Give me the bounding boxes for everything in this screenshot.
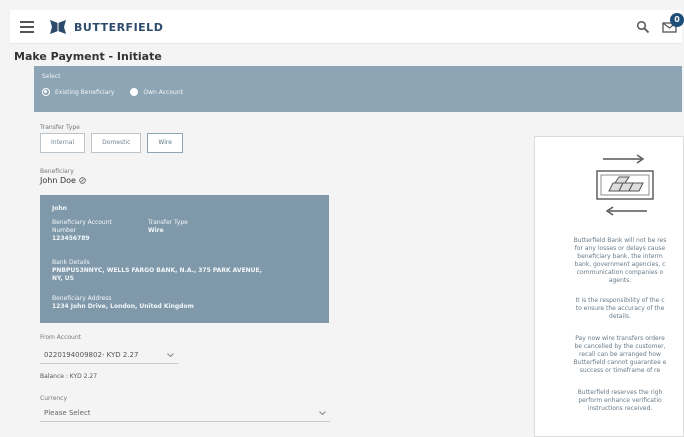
account-number-label-line1: Beneficiary Account [52, 219, 112, 226]
bank-details-label: Bank Details [52, 259, 90, 266]
transfer-type-label: Transfer Type [40, 124, 80, 131]
card-transfer-type-label: Transfer Type [148, 219, 188, 226]
info-line: success or timeframe of re [579, 367, 661, 374]
edit-icon[interactable] [79, 177, 86, 184]
radio-selected-icon [42, 88, 50, 96]
info-line: perform enhance verificatio [578, 397, 662, 404]
info-line: to ensure the accuracy of the [575, 305, 665, 312]
butterfield-logo-icon [50, 20, 66, 34]
beneficiary-selector[interactable]: John Doe [40, 176, 86, 185]
info-line: Butterfield reserves the righ [577, 389, 663, 396]
transfer-type-wire-button[interactable]: Wire [147, 133, 183, 153]
info-line: instructions received. [587, 405, 653, 412]
info-line: Pay now wire transfers ordere [575, 335, 665, 342]
brand-logo[interactable]: BUTTERFIELD [48, 16, 163, 38]
beneficiary-label: Beneficiary [40, 168, 74, 175]
info-line: Butterfield cannot guarantee e [573, 359, 667, 366]
card-title: John [52, 205, 67, 212]
info-line: communication companies o [576, 269, 664, 276]
info-line: agents. [608, 277, 632, 284]
radio-label: Existing Beneficiary [55, 88, 115, 96]
radio-existing-beneficiary[interactable]: Existing Beneficiary [42, 88, 114, 96]
currency-placeholder: Please Select [44, 409, 91, 417]
account-balance: Balance : KYD 2.27 [40, 373, 98, 380]
info-line: details. [609, 313, 631, 320]
account-number-value: 123456789 [52, 235, 90, 242]
account-number-label-line2: Number [52, 227, 77, 234]
card-transfer-type-value: Wire [148, 227, 164, 234]
info-line: be cancelled by the customer, [574, 343, 666, 350]
notification-badge: 0 [670, 13, 684, 27]
brand-name: BUTTERFIELD [74, 20, 164, 34]
radio-unselected-icon [130, 88, 139, 96]
info-line: It is the responsibility of the c [575, 297, 665, 304]
info-line: for any losses or delays cause [574, 245, 666, 252]
page-title: Make Payment - Initiate [14, 50, 162, 63]
transfer-type-internal-button[interactable]: Internal [40, 133, 86, 153]
beneficiary-address-label: Beneficiary Address [52, 295, 112, 302]
app-header: BUTTERFIELD 0 [10, 10, 684, 44]
chevron-down-icon [167, 353, 174, 358]
money-transfer-icon [596, 154, 654, 216]
radio-own-account[interactable]: Own Account [130, 88, 183, 96]
select-panel: Select Existing Beneficiary Own Account [34, 66, 682, 112]
beneficiary-address-value: 1234 John Drive, London, United Kingdom [52, 303, 194, 310]
currency-select[interactable]: Please Select [40, 406, 330, 422]
bank-details-value-line2: NY, US [52, 275, 74, 282]
from-account-label: From Account [40, 334, 81, 341]
transfer-type-buttons: Internal Domestic Wire [40, 133, 183, 153]
hamburger-menu-icon[interactable] [20, 21, 34, 33]
select-label: Select [42, 73, 61, 80]
bank-details-value-line1: PNBPUS3NNYC, WELLS FARGO BANK, N.A., 375… [52, 267, 262, 274]
info-line: Butterfield Bank will not be res [573, 237, 667, 244]
wire-info-panel: Butterfield Bank will not be res for any… [534, 136, 684, 437]
info-line: bank, government agencies, c [574, 261, 666, 268]
from-account-select[interactable]: 0220194009802- KYD 2.27 [40, 348, 178, 364]
beneficiary-type-radios: Existing Beneficiary Own Account [42, 88, 199, 96]
transfer-type-domestic-button[interactable]: Domestic [91, 133, 142, 153]
info-line: beneficiary bank, the interm [577, 253, 663, 260]
search-icon[interactable] [636, 20, 650, 34]
beneficiary-details-card: John Beneficiary Account Number 12345678… [40, 195, 329, 323]
currency-label: Currency [40, 395, 68, 402]
beneficiary-name: John Doe [40, 176, 76, 185]
from-account-value: 0220194009802- KYD 2.27 [44, 351, 139, 359]
radio-label: Own Account [143, 88, 183, 96]
chevron-down-icon [319, 411, 326, 416]
info-line: recall can be arranged how [579, 351, 661, 358]
